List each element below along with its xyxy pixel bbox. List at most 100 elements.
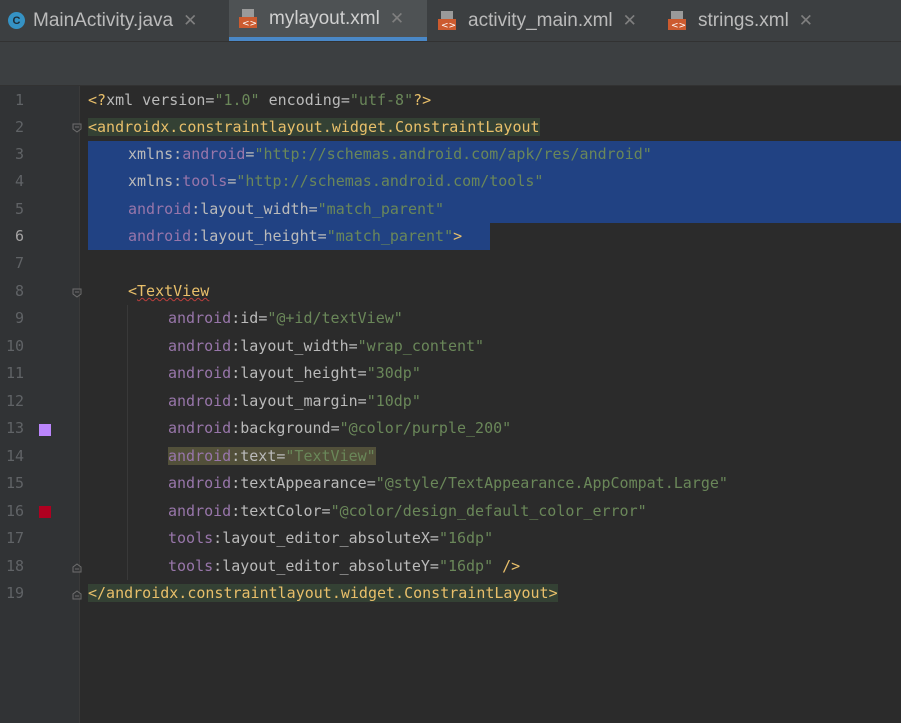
tab-label: strings.xml: [698, 9, 789, 31]
line-number: 14: [5, 447, 24, 465]
xml-file-icon: <>: [668, 10, 690, 31]
code-editor[interactable]: <?xml version="1.0" encoding="utf-8"?> <…: [80, 86, 901, 723]
colon: :: [231, 447, 241, 465]
namespace: tools: [168, 529, 214, 547]
tab-mylayout-xml[interactable]: <> mylayout.xml ✕: [229, 0, 427, 41]
line-number-current: 6: [14, 227, 24, 245]
tag-close-constraintlayout: </androidx.constraintlayout.widget.Const…: [88, 584, 558, 602]
close-icon[interactable]: ✕: [183, 11, 197, 31]
equals: =: [357, 364, 367, 382]
close-icon[interactable]: ✕: [799, 11, 813, 31]
string-value: "http://schemas.android.com/tools": [236, 172, 544, 190]
namespace: android: [168, 364, 232, 382]
attr-name: android: [182, 145, 246, 163]
string-value: "30dp": [366, 364, 421, 382]
string-value: "16dp": [438, 529, 494, 547]
attr-name: layout_editor_absoluteY: [222, 557, 430, 575]
tab-label: mylayout.xml: [269, 7, 380, 29]
line-number: 12: [5, 392, 24, 410]
string-value: "@style/TextAppearance.AppCompat.Large": [375, 474, 728, 492]
namespace: android: [128, 227, 192, 245]
line-number: 10: [5, 337, 24, 355]
namespace: android: [168, 419, 232, 437]
string-value: "match_parent": [317, 200, 445, 218]
code-line-4: xmlns:tools="http://schemas.android.com/…: [128, 168, 543, 195]
attr-name: layout_margin: [240, 392, 358, 410]
close-icon[interactable]: ✕: [390, 9, 404, 29]
tab-mainactivity-java[interactable]: C MainActivity.java ✕: [8, 0, 228, 41]
close-icon[interactable]: ✕: [623, 11, 637, 31]
code-line-5: android:layout_width="match_parent": [128, 196, 444, 223]
code-line-2: <androidx.constraintlayout.widget.Constr…: [88, 114, 540, 141]
colon: :: [191, 227, 201, 245]
attr-name: textColor: [240, 502, 322, 520]
string-value: "@+id/textView": [267, 309, 403, 327]
namespace: android: [168, 474, 232, 492]
equals: =: [308, 200, 318, 218]
colon: :: [213, 557, 223, 575]
colon: :: [231, 474, 241, 492]
string-value: "match_parent": [326, 227, 454, 245]
indent-guide: [127, 305, 128, 580]
string-value: "16dp": [438, 557, 494, 575]
line-number: 9: [14, 309, 24, 327]
colon: :: [231, 337, 241, 355]
svg-text:<>: <>: [671, 21, 686, 31]
attr-prefix: xmlns: [128, 145, 174, 163]
tag-close-bracket: >: [453, 227, 463, 245]
line-number: 5: [14, 200, 24, 218]
xml-decl-open: <?: [88, 91, 107, 109]
code-line-8: <TextView: [128, 278, 209, 305]
line-number: 4: [14, 172, 24, 190]
tab-activity-main-xml[interactable]: <> activity_main.xml ✕: [438, 0, 658, 41]
namespace: android: [168, 309, 232, 327]
color-preview-swatch-red[interactable]: [39, 506, 51, 518]
attr-name: tools: [182, 172, 228, 190]
attr-name: layout_editor_absoluteX: [222, 529, 430, 547]
code-line-19: </androidx.constraintlayout.widget.Const…: [88, 580, 558, 607]
code-line-11: android:layout_height="30dp": [168, 360, 421, 387]
code-line-16: android:textColor="@color/design_default…: [168, 498, 647, 525]
attr-name: layout_height: [200, 227, 318, 245]
string-value: "1.0": [214, 91, 260, 109]
namespace: android: [128, 200, 192, 218]
color-preview-swatch-purple[interactable]: [39, 424, 51, 436]
equals: =: [366, 474, 376, 492]
line-number: 3: [14, 145, 24, 163]
line-number: 18: [5, 557, 24, 575]
string-value: "wrap_content": [357, 337, 485, 355]
code-line-14: android:text="TextView": [168, 443, 376, 470]
code-line-1: <?xml version="1.0" encoding="utf-8"?>: [88, 87, 431, 114]
colon: :: [173, 172, 183, 190]
code-line-13: android:background="@color/purple_200": [168, 415, 511, 442]
string-value: "utf-8": [349, 91, 414, 109]
equals: =: [317, 227, 327, 245]
string-value: "TextView": [285, 447, 376, 465]
colon: :: [231, 309, 241, 327]
line-number: 15: [5, 474, 24, 492]
code-line-15: android:textAppearance="@style/TextAppea…: [168, 470, 728, 497]
line-number: 2: [14, 118, 24, 136]
colon: :: [173, 145, 183, 163]
code-line-9: android:id="@+id/textView": [168, 305, 403, 332]
line-number: 7: [14, 254, 24, 272]
xml-decl-version: xml version: [106, 91, 206, 109]
line-number: 11: [5, 364, 24, 382]
namespace: android: [168, 447, 232, 465]
code-line-18: tools:layout_editor_absoluteY="16dp" />: [168, 553, 520, 580]
java-class-icon: C: [8, 12, 25, 29]
equals: =: [330, 419, 340, 437]
attr-name: layout_width: [240, 337, 349, 355]
svg-text:<>: <>: [441, 21, 456, 31]
tag-open-constraintlayout: <androidx.constraintlayout.widget.Constr…: [88, 118, 540, 136]
attr-name: layout_width: [200, 200, 309, 218]
line-number-gutter[interactable]: 1 2 3 4 5 6 7 8 9 10 11 12 13 14 15 16 1…: [0, 86, 82, 723]
string-value: "http://schemas.android.com/apk/res/andr…: [254, 145, 652, 163]
tab-label: MainActivity.java: [33, 9, 174, 31]
equals: =: [258, 309, 268, 327]
equals: =: [348, 337, 358, 355]
colon: :: [191, 200, 201, 218]
line-number: 13: [5, 419, 24, 437]
line-number: 19: [5, 584, 24, 602]
tab-strings-xml[interactable]: <> strings.xml ✕: [668, 0, 838, 41]
